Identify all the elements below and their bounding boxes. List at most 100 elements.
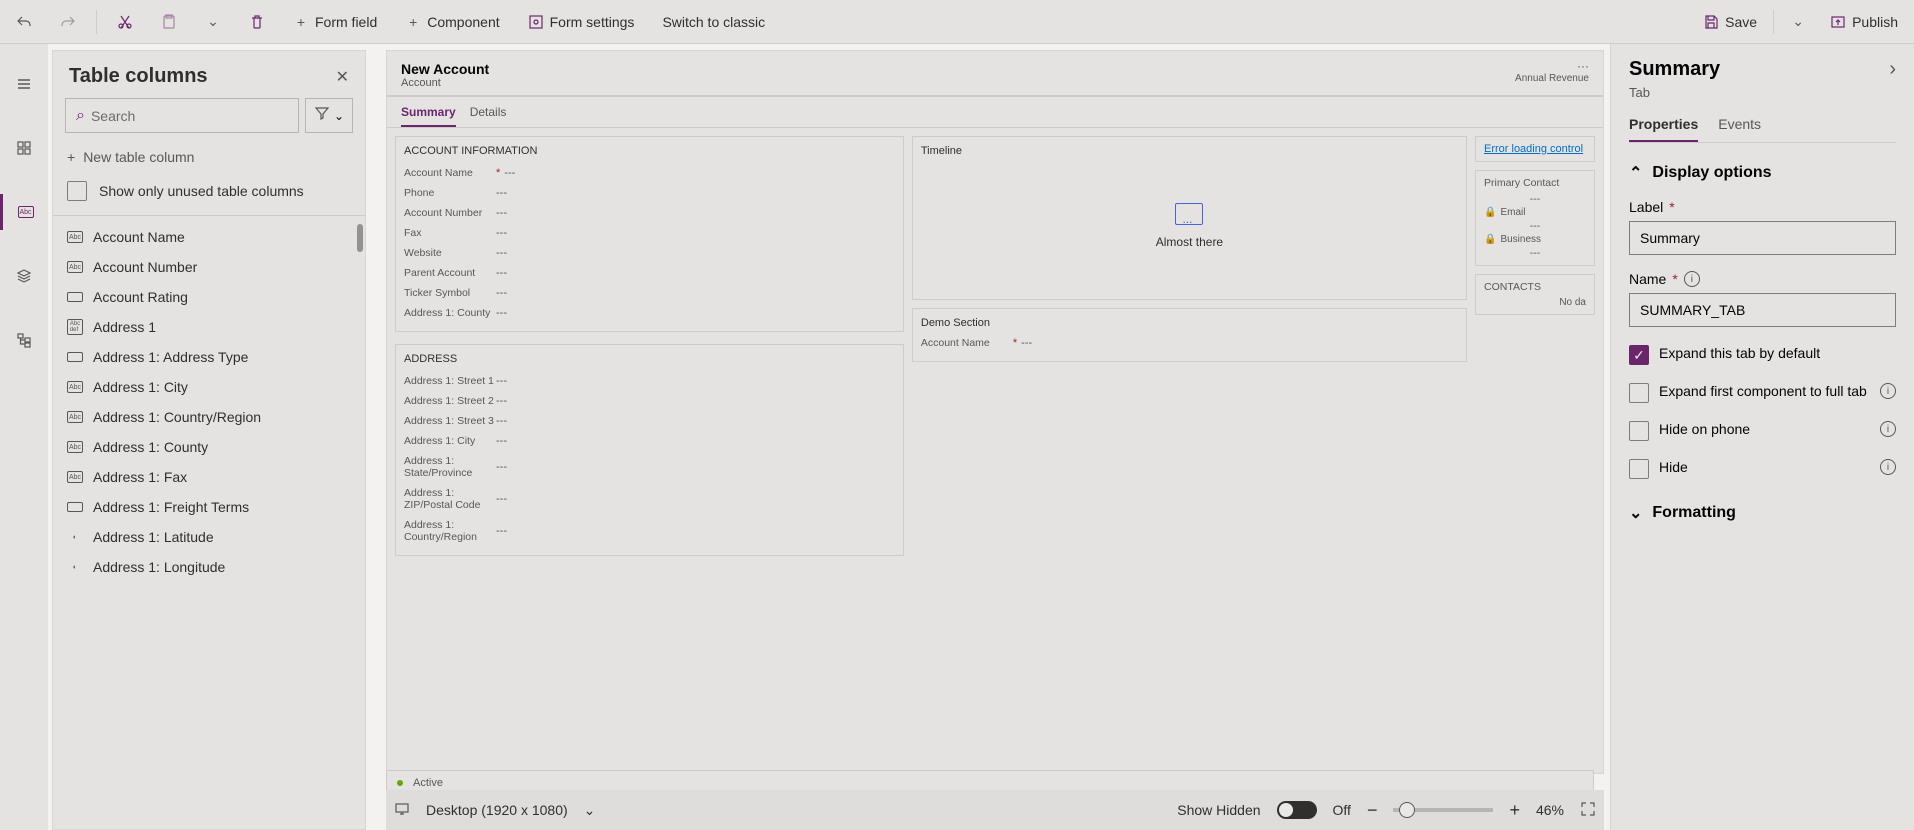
nav-columns[interactable]: Abc (0, 194, 48, 230)
delete-button[interactable] (241, 8, 273, 36)
redo-button[interactable] (52, 8, 84, 36)
form-field[interactable]: Account Number--- (404, 203, 895, 223)
chevron-down-icon[interactable]: ⌄ (584, 802, 596, 819)
column-item[interactable]: AbcAccount Number (53, 252, 365, 282)
tab-summary[interactable]: Summary (401, 105, 456, 127)
column-item[interactable]: Account Rating (53, 282, 365, 312)
form-field[interactable]: Address 1: ZIP/Postal Code--- (404, 483, 895, 515)
nav-components[interactable] (0, 130, 48, 166)
search-input[interactable]: ⌕ (65, 98, 299, 133)
column-item[interactable]: ◐Address 1: Latitude (53, 522, 365, 552)
delete-icon (249, 14, 265, 30)
column-item[interactable]: Address 1: Freight Terms (53, 492, 365, 522)
formatting-header[interactable]: ⌄ Formatting (1629, 503, 1896, 523)
fit-icon[interactable] (1580, 801, 1596, 820)
monitor-icon (394, 801, 410, 820)
info-icon[interactable]: i (1880, 383, 1896, 399)
main-toolbar: ⌄ +Form field +Component Form settings S… (0, 0, 1914, 44)
form-field[interactable]: Phone--- (404, 183, 895, 203)
show-hidden-toggle[interactable] (1277, 801, 1317, 819)
new-table-column-button[interactable]: + New table column (67, 149, 351, 165)
form-field[interactable]: Address 1: Street 2--- (404, 391, 895, 411)
hide-phone-checkbox[interactable] (1629, 421, 1649, 441)
info-icon[interactable]: i (1880, 421, 1896, 437)
column-item[interactable]: AbcdefAddress 1 (53, 312, 365, 342)
show-unused-checkbox[interactable] (67, 181, 87, 201)
nav-tree[interactable] (0, 322, 48, 358)
plus-icon: + (405, 14, 421, 30)
column-item[interactable]: AbcAddress 1: Fax (53, 462, 365, 492)
form-field[interactable]: Address 1: City--- (404, 431, 895, 451)
save-icon (1703, 14, 1719, 30)
tab-details[interactable]: Details (470, 105, 507, 127)
column-list: AbcAccount NameAbcAccount NumberAccount … (53, 216, 365, 829)
section-account-info[interactable]: ACCOUNT INFORMATION Account Name*---Phon… (395, 136, 904, 332)
tab-events[interactable]: Events (1718, 116, 1761, 142)
switch-to-classic-button[interactable]: Switch to classic (654, 8, 773, 36)
form-canvas[interactable]: New Account Account ··· Annual Revenue S… (386, 50, 1604, 774)
nav-layers[interactable] (0, 258, 48, 294)
info-icon[interactable]: i (1684, 271, 1700, 287)
chevron-right-icon[interactable]: › (1889, 58, 1896, 81)
zoom-in-button[interactable]: + (1509, 800, 1520, 821)
status-indicator-icon (397, 780, 403, 786)
save-dropdown[interactable]: ⌄ (1782, 8, 1814, 36)
chevron-up-icon: ⌃ (1629, 163, 1642, 183)
form-field[interactable]: Address 1: County--- (404, 303, 895, 323)
publish-button[interactable]: Publish (1822, 8, 1906, 36)
form-field[interactable]: Address 1: Street 1--- (404, 371, 895, 391)
panel-title: Table columns (69, 65, 208, 88)
form-field[interactable]: Address 1: State/Province--- (404, 451, 895, 483)
form-field[interactable]: Ticker Symbol--- (404, 283, 895, 303)
label-input[interactable] (1629, 221, 1896, 255)
column-item[interactable]: AbcAccount Name (53, 222, 365, 252)
expand-first-checkbox[interactable] (1629, 383, 1649, 403)
form-field[interactable]: Account Name*--- (404, 163, 895, 183)
error-loading-link[interactable]: Error loading control (1484, 143, 1583, 155)
column-item[interactable]: ◐Address 1: Longitude (53, 552, 365, 582)
contacts-box[interactable]: CONTACTS No da (1475, 274, 1595, 315)
form-field[interactable]: Parent Account--- (404, 263, 895, 283)
more-icon[interactable]: ··· (1577, 59, 1589, 73)
section-timeline[interactable]: Timeline Almost there (912, 136, 1467, 300)
tab-properties[interactable]: Properties (1629, 116, 1698, 142)
paste-dropdown[interactable]: ⌄ (197, 8, 229, 36)
form-settings-button[interactable]: Form settings (520, 8, 643, 36)
display-options-header[interactable]: ⌃ Display options (1629, 163, 1896, 183)
zoom-slider[interactable] (1393, 808, 1493, 812)
primary-contact-box[interactable]: Primary Contact --- 🔒Email --- 🔒Business… (1475, 170, 1595, 266)
search-icon: ⌕ (76, 107, 85, 125)
chevron-down-icon: ⌄ (205, 14, 221, 30)
close-icon[interactable]: ✕ (336, 67, 349, 87)
error-control-box[interactable]: Error loading control (1475, 136, 1595, 162)
section-demo[interactable]: Demo Section Account Name * --- (912, 308, 1467, 362)
column-item[interactable]: AbcAddress 1: County (53, 432, 365, 462)
chevron-down-icon: ⌄ (334, 109, 344, 123)
add-component-button[interactable]: +Component (397, 8, 507, 36)
cut-icon (117, 14, 133, 30)
paste-button[interactable] (153, 8, 185, 36)
column-item[interactable]: AbcAddress 1: Country/Region (53, 402, 365, 432)
form-field[interactable]: Website--- (404, 243, 895, 263)
expand-default-checkbox[interactable]: ✓ (1629, 345, 1649, 365)
section-address[interactable]: ADDRESS Address 1: Street 1---Address 1:… (395, 344, 904, 556)
filter-button[interactable]: ⌄ (305, 98, 353, 133)
show-unused-label: Show only unused table columns (99, 183, 304, 199)
form-field[interactable]: Fax--- (404, 223, 895, 243)
save-button[interactable]: Save (1695, 8, 1765, 36)
plus-icon: + (293, 14, 309, 30)
column-item[interactable]: AbcAddress 1: City (53, 372, 365, 402)
add-form-field-button[interactable]: +Form field (285, 8, 385, 36)
scrollbar-thumb[interactable] (357, 224, 363, 252)
column-item[interactable]: Address 1: Address Type (53, 342, 365, 372)
form-field[interactable]: Address 1: Street 3--- (404, 411, 895, 431)
hide-checkbox[interactable] (1629, 459, 1649, 479)
name-input[interactable] (1629, 293, 1896, 327)
nav-hamburger[interactable] (0, 66, 48, 102)
form-field[interactable]: Address 1: Country/Region--- (404, 515, 895, 547)
info-icon[interactable]: i (1880, 459, 1896, 475)
viewport-selector[interactable]: Desktop (1920 x 1080) (426, 802, 568, 818)
undo-button[interactable] (8, 8, 40, 36)
zoom-out-button[interactable]: − (1367, 800, 1378, 821)
cut-button[interactable] (109, 8, 141, 36)
